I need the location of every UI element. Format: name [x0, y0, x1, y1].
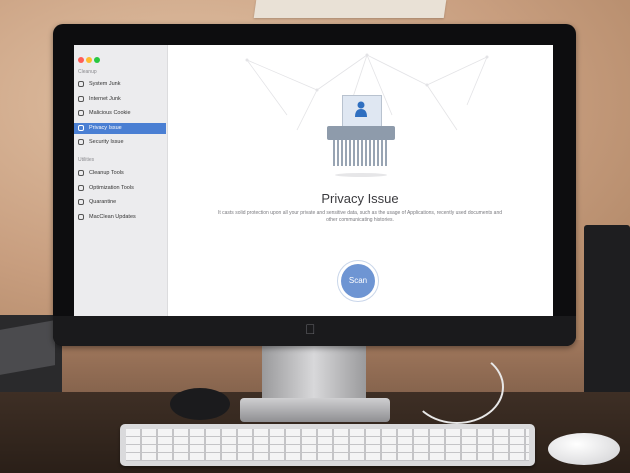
speed-icon [78, 184, 84, 191]
cable [410, 350, 504, 424]
sidebar-item-security-issue[interactable]: Security Issue [74, 137, 166, 148]
desk-gadget [170, 388, 230, 420]
shredder-graphic [327, 126, 395, 140]
trash-icon [78, 81, 84, 87]
sidebar-item-internet-junk[interactable]: Internet Junk [74, 94, 166, 105]
close-window-icon[interactable] [78, 57, 84, 63]
sidebar-item-quarantine[interactable]: Quarantine [74, 197, 166, 208]
graphic-shadow [335, 173, 387, 177]
keyboard [120, 424, 535, 466]
sidebar-item-label: Quarantine [89, 199, 117, 205]
sidebar-item-cleanup-tools[interactable]: Cleanup Tools [74, 168, 166, 179]
sidebar-section-label: Utilities [78, 157, 95, 163]
page-title: Privacy Issue [321, 191, 399, 206]
sidebar-item-label: Optimization Tools [89, 184, 134, 191]
shredded-strips-graphic [333, 140, 389, 166]
pinned-paper [253, 0, 447, 18]
sidebar-item-label: Privacy Issue [89, 124, 122, 131]
sidebar-item-system-junk[interactable]: System Junk [74, 79, 166, 90]
scan-button[interactable]: Scan [341, 264, 375, 298]
sidebar-item-macclean-updates[interactable]: MacClean Updates [74, 212, 166, 223]
sidebar: Cleanup System Junk Internet Junk Malicious… [74, 45, 168, 316]
keyboard-rows [126, 429, 529, 461]
minimize-window-icon[interactable] [86, 57, 92, 63]
cookie-icon [78, 110, 84, 116]
tools-icon [78, 170, 84, 176]
apple-logo-icon:  [305, 321, 316, 337]
sidebar-item-privacy-issue[interactable]: Privacy Issue [74, 122, 166, 134]
sidebar-item-label: MacClean Updates [89, 213, 136, 220]
mouse [548, 433, 620, 465]
main-panel: Privacy Issue It casts solid protection … [167, 45, 553, 316]
sidebar-section-label: Cleanup [78, 69, 97, 75]
monitor-stand-base [240, 398, 390, 422]
globe-icon [78, 95, 84, 102]
sidebar-item-malicious-cookie[interactable]: Malicious Cookie [74, 108, 166, 119]
zoom-window-icon[interactable] [94, 57, 100, 63]
sidebar-item-label: Cleanup Tools [89, 170, 124, 176]
sidebar-item-label: Security Issue [89, 139, 124, 145]
page-description: It casts solid protection upon all your … [217, 210, 503, 223]
monitor-stand [262, 346, 366, 398]
app-window: Cleanup System Junk Internet Junk Malicious… [74, 45, 553, 316]
sidebar-item-label: Malicious Cookie [89, 110, 131, 116]
person-icon [355, 101, 367, 117]
sidebar-item-label: Internet Junk [89, 95, 121, 102]
quarantine-icon [78, 199, 84, 205]
privacy-icon [78, 124, 84, 131]
sidebar-item-label: System Junk [89, 81, 121, 87]
traffic-lights [78, 50, 102, 68]
update-icon [78, 213, 84, 220]
sidebar-item-optimization-tools[interactable]: Optimization Tools [74, 183, 166, 194]
shield-icon [78, 139, 84, 145]
